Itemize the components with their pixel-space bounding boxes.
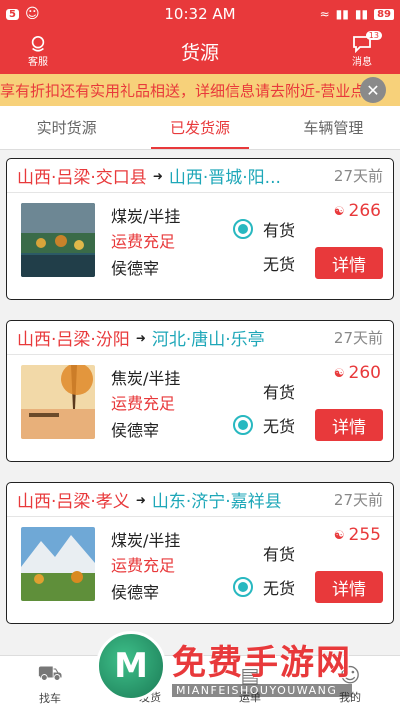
out-of-stock-option[interactable]: 无货 xyxy=(233,413,295,437)
tab-published-cargo[interactable]: 已发货源 xyxy=(133,106,266,149)
notice-text: 享有折扣还有实用礼品相送，详细信息请去附近-营业点查 xyxy=(0,81,381,100)
in-stock-label: 有货 xyxy=(263,383,296,402)
tab-vehicle-management[interactable]: 车辆管理 xyxy=(267,106,400,149)
page-title: 货源 xyxy=(180,41,219,64)
out-of-stock-option[interactable]: 无货 xyxy=(233,251,295,275)
customer-service-button[interactable]: 客服 xyxy=(20,35,56,68)
close-notice-button[interactable]: ✕ xyxy=(360,77,386,103)
posted-time: 27天前 xyxy=(333,329,383,347)
cargo-card[interactable]: 山西·吕梁·孝义 ➜ 山东·济宁·嘉祥县 27天前 煤炭/半挂 运费充足 侯德宰… xyxy=(6,482,394,624)
cargo-type: 煤炭/半挂 xyxy=(111,531,181,550)
cargo-list: 山西·吕梁·交口县 ➜ 山西·晋城·阳... 27天前 煤炭/半挂 运费充足 侯… xyxy=(0,150,400,624)
tab-bar: 实时货源 已发货源 车辆管理 xyxy=(0,106,400,150)
price: ☯ 260 xyxy=(334,363,381,383)
truck-icon: ⛟ xyxy=(37,661,63,685)
messages-label: 消息 xyxy=(351,56,372,68)
customer-service-label: 客服 xyxy=(28,56,48,68)
in-stock-option[interactable]: 有货 xyxy=(233,541,295,565)
cargo-thumbnail xyxy=(21,203,95,277)
cargo-card[interactable]: 山西·吕梁·汾阳 ➜ 河北·唐山·乐亭 27天前 焦炭/半挂 运费充足 侯德宰 … xyxy=(6,320,394,462)
out-of-stock-label: 无货 xyxy=(263,579,296,598)
in-stock-option[interactable]: 有货 xyxy=(233,379,295,403)
out-of-stock-label: 无货 xyxy=(263,255,296,274)
contact-name: 侯德宰 xyxy=(111,259,160,278)
coins-icon: ☯ xyxy=(333,366,345,380)
person-icon: ☺ xyxy=(24,6,40,22)
details-button[interactable]: 详情 xyxy=(315,409,383,441)
bottom-nav: ⛟ 找车 ➤ 发货 ▤ 运单 ☺ 我的 xyxy=(0,655,400,711)
radio-selected-icon xyxy=(233,415,253,435)
route-destination: 河北·唐山·乐亭 xyxy=(151,330,265,350)
send-icon: ➤ xyxy=(141,662,159,687)
posted-time: 27天前 xyxy=(333,491,383,509)
document-icon: ▤ xyxy=(240,662,260,687)
price-value: 255 xyxy=(348,525,381,545)
nav-label: 找车 xyxy=(39,692,61,705)
message-count-badge: 13 xyxy=(365,30,382,40)
coins-icon: ☯ xyxy=(333,528,345,542)
cargo-thumbnail xyxy=(21,527,95,601)
arrow-right-icon: ➜ xyxy=(135,492,146,507)
signal-icon-2: ▮▮ xyxy=(354,7,369,21)
close-icon: ✕ xyxy=(366,80,380,100)
freight-status: 运费充足 xyxy=(111,394,176,413)
radio-selected-icon xyxy=(233,219,253,239)
messages-button[interactable]: 13 消息 xyxy=(344,30,382,68)
arrow-right-icon: ➜ xyxy=(152,168,163,183)
nav-label: 发货 xyxy=(139,690,161,704)
signal-icon: ▮▮ xyxy=(335,7,349,21)
in-stock-option[interactable]: 有货 xyxy=(233,217,295,241)
tab-realtime-cargo[interactable]: 实时货源 xyxy=(0,106,133,149)
cargo-thumbnail xyxy=(21,365,95,439)
in-stock-label: 有货 xyxy=(263,221,296,240)
route-origin: 山西·吕梁·汾阳 xyxy=(17,330,130,350)
freight-status: 运费充足 xyxy=(111,232,176,251)
nav-mine[interactable]: ☺ 我的 xyxy=(300,656,400,711)
route-origin: 山西·吕梁·交口县 xyxy=(17,168,147,188)
price-value: 260 xyxy=(348,363,381,383)
details-button[interactable]: 详情 xyxy=(315,571,383,603)
cargo-type: 煤炭/半挂 xyxy=(111,207,181,226)
freight-status: 运费充足 xyxy=(111,556,176,575)
headset-icon xyxy=(31,35,45,52)
details-button[interactable]: 详情 xyxy=(315,247,383,279)
contact-name: 侯德宰 xyxy=(111,421,160,440)
nav-label: 我的 xyxy=(339,690,361,704)
route-destination: 山西·晋城·阳... xyxy=(168,168,281,188)
nav-find-truck[interactable]: ⛟ 找车 xyxy=(0,656,100,711)
cargo-card[interactable]: 山西·吕梁·交口县 ➜ 山西·晋城·阳... 27天前 煤炭/半挂 运费充足 侯… xyxy=(6,158,394,300)
price: ☯ 266 xyxy=(334,201,381,221)
route-origin: 山西·吕梁·孝义 xyxy=(17,492,130,512)
app-header: 客服 货源 13 消息 xyxy=(0,28,400,74)
out-of-stock-option[interactable]: 无货 xyxy=(233,575,295,599)
price-value: 266 xyxy=(348,201,381,221)
radio-selected-icon xyxy=(233,577,253,597)
arrow-right-icon: ➜ xyxy=(135,330,146,345)
nav-label: 运单 xyxy=(239,690,261,704)
notice-banner: 享有折扣还有实用礼品相送，详细信息请去附近-营业点查 ✕ xyxy=(0,74,400,106)
price: ☯ 255 xyxy=(334,525,381,545)
cargo-type: 焦炭/半挂 xyxy=(111,369,181,388)
user-icon: ☺ xyxy=(339,662,361,687)
wifi-icon: ≈ xyxy=(319,7,330,21)
route-destination: 山东·济宁·嘉祥县 xyxy=(151,492,282,512)
nav-ship[interactable]: ➤ 发货 xyxy=(100,656,200,711)
battery-icon: 89 xyxy=(374,8,394,20)
out-of-stock-label: 无货 xyxy=(263,417,296,436)
status-bar: 5 ☺ 10:32 AM ≈ ▮▮ ▮▮ 89 xyxy=(0,0,400,28)
nav-waybill[interactable]: ▤ 运单 xyxy=(200,656,300,711)
notification-badge: 5 xyxy=(6,8,19,20)
contact-name: 侯德宰 xyxy=(111,583,160,602)
posted-time: 27天前 xyxy=(333,167,383,185)
in-stock-label: 有货 xyxy=(263,545,296,564)
coins-icon: ☯ xyxy=(333,204,345,218)
